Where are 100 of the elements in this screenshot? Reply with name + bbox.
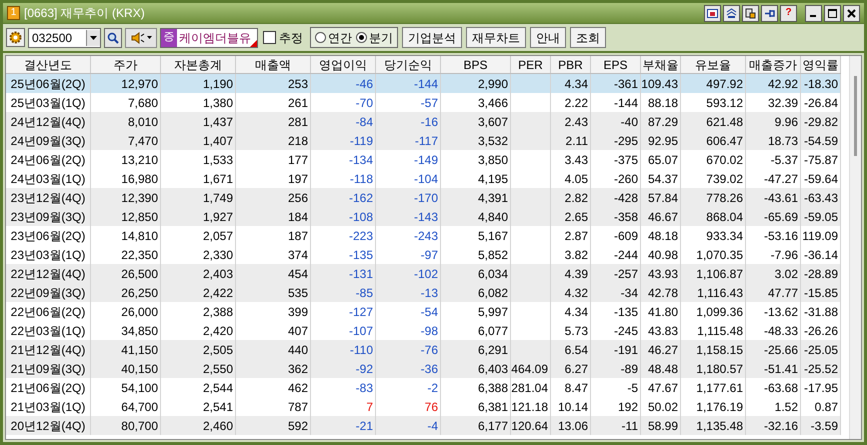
table-row[interactable]: 24년09월(3Q) 7,470 1,407 218 -119 -117 3,532 2.11 -295 92.95 606.47 18.73 -54.59 bbox=[6, 131, 841, 150]
stack-icon[interactable] bbox=[723, 4, 740, 22]
table-cell-text: 50.02 bbox=[648, 398, 678, 416]
table-cell-text: 3.43 bbox=[564, 152, 588, 168]
table-cell-text: 7,470 bbox=[128, 132, 158, 150]
pin-icon[interactable] bbox=[761, 4, 778, 22]
table-cell-text: 121.18 bbox=[511, 398, 548, 416]
column-header[interactable]: 주가 bbox=[91, 56, 161, 73]
table-cell-text: 3.02 bbox=[774, 266, 798, 282]
column-header[interactable]: 매출증가 bbox=[746, 56, 801, 73]
market-badge: 증 bbox=[161, 28, 177, 46]
table-cell-text: 47.67 bbox=[648, 380, 678, 396]
table-cell-text: 2,403 bbox=[202, 266, 233, 282]
table-cell-text: -13 bbox=[420, 284, 438, 302]
table-cell-text: -11 bbox=[622, 418, 638, 434]
table-cell-text: 454 bbox=[288, 266, 308, 282]
toolbar-button[interactable]: 재무차트 bbox=[466, 27, 526, 48]
gear-icon[interactable] bbox=[6, 28, 25, 47]
table-cell-text: 5.73 bbox=[564, 322, 588, 340]
table-cell-text: 14,810 bbox=[121, 228, 158, 244]
minimize-icon[interactable] bbox=[805, 4, 822, 22]
table-cell-text: 440 bbox=[288, 342, 308, 358]
stock-code-field[interactable]: 032500 bbox=[28, 28, 101, 48]
table-cell-text: 41.80 bbox=[648, 304, 678, 320]
table-cell-text: -54 bbox=[420, 304, 438, 320]
column-header[interactable]: 영익률 bbox=[801, 56, 841, 73]
toolbar-button[interactable]: 조회 bbox=[570, 27, 606, 48]
column-header[interactable]: EPS bbox=[591, 56, 641, 73]
table-cell-text: -144 bbox=[414, 76, 438, 92]
table-row[interactable]: 22년12월(4Q) 26,500 2,403 454 -131 -102 6,034 4.39 -257 43.93 1,106.87 3.02 -28.89 bbox=[6, 264, 841, 283]
column-header[interactable]: 부채율 bbox=[641, 56, 681, 73]
column-header[interactable]: 유보율 bbox=[681, 56, 746, 73]
table-cell-text: -63.43 bbox=[804, 190, 838, 206]
table-cell-text: 4,195 bbox=[478, 170, 508, 188]
table-row[interactable]: 22년09월(3Q) 26,250 2,422 535 -85 -13 6,082 4.32 -34 42.78 1,116.43 47.77 -15.85 bbox=[6, 283, 841, 302]
table-cell-text: -63.68 bbox=[764, 380, 798, 396]
table-cell-text: -97 bbox=[420, 246, 438, 264]
table-cell-text: 2,505 bbox=[202, 342, 233, 358]
table-cell-text: -36.14 bbox=[804, 246, 838, 264]
table-cell-text: 6,082 bbox=[478, 284, 508, 302]
table-cell-text: 21년03월(1Q) bbox=[10, 398, 86, 416]
table-cell-text: 184 bbox=[288, 208, 308, 226]
window-icon[interactable] bbox=[704, 4, 721, 22]
table-cell-text: 1,176.19 bbox=[696, 398, 743, 416]
table-row[interactable]: 24년12월(4Q) 8,010 1,437 281 -84 -16 3,607 2.43 -40 87.29 621.48 9.96 -29.82 bbox=[6, 112, 841, 131]
table-row[interactable]: 25년06월(2Q) 12,970 1,190 253 -46 -144 2,990 4.34 -361 109.43 497.92 42.92 -18.30 bbox=[6, 74, 841, 93]
table-cell-text: 26,500 bbox=[121, 266, 158, 282]
table-row[interactable]: 20년12월(4Q) 80,700 2,460 592 -21 -4 6,177 120.64 13.06 -11 58.99 1,135.48 -32.16 -3.59 bbox=[6, 416, 841, 435]
table-cell-text: 25년03월(1Q) bbox=[10, 94, 86, 112]
column-header[interactable]: 자본총계 bbox=[161, 56, 236, 73]
table-row[interactable]: 21년09월(3Q) 40,150 2,550 362 -92 -36 6,403 464.09 6.27 -89 48.48 1,180.57 -51.41 -25.52 bbox=[6, 359, 841, 378]
scrollbar[interactable] bbox=[849, 56, 861, 439]
table-cell-text: 32.39 bbox=[768, 94, 798, 112]
table-cell-text: -107 bbox=[348, 322, 373, 340]
estimate-checkbox[interactable]: 추정 bbox=[263, 28, 303, 46]
table-cell-text: 34,850 bbox=[121, 322, 158, 340]
close-icon[interactable] bbox=[843, 4, 860, 22]
table-cell-text: 13.06 bbox=[558, 418, 588, 434]
column-header[interactable]: PBR bbox=[551, 56, 591, 73]
toolbar-button[interactable]: 안내 bbox=[530, 27, 566, 48]
table-cell-text: -134 bbox=[348, 152, 373, 168]
table-cell-text: -31.88 bbox=[804, 304, 838, 320]
table-cell-text: 253 bbox=[288, 76, 308, 92]
column-header[interactable]: 매출액 bbox=[236, 56, 311, 73]
table-cell-text: 23년12월(4Q) bbox=[10, 190, 86, 206]
table-cell-text: 42.92 bbox=[768, 76, 798, 92]
window-badge: 1 bbox=[7, 6, 20, 20]
table-cell-text: 0.87 bbox=[814, 398, 838, 416]
dropdown-icon[interactable] bbox=[86, 30, 100, 46]
column-header[interactable]: 결산년도 bbox=[6, 56, 91, 73]
table-cell-text: 18.73 bbox=[768, 132, 798, 150]
table-cell-text: -29.82 bbox=[804, 114, 838, 130]
table-cell-text: 1,407 bbox=[202, 132, 233, 150]
table-cell-text: -4 bbox=[427, 418, 438, 434]
column-header[interactable]: 당기순익 bbox=[376, 56, 441, 73]
maximize-icon[interactable] bbox=[824, 4, 841, 22]
table-cell-text: 281.04 bbox=[511, 380, 548, 396]
table-cell-text: -36 bbox=[420, 360, 438, 378]
table-cell-text: 109.43 bbox=[641, 76, 678, 92]
column-header[interactable]: 영업이익 bbox=[311, 56, 376, 73]
column-header[interactable]: BPS bbox=[441, 56, 511, 73]
table-cell-text: 778.26 bbox=[706, 190, 743, 206]
table-row[interactable]: 23년12월(4Q) 12,390 1,749 256 -162 -170 4,391 2.82 -428 57.84 778.26 -43.61 -63.43 bbox=[6, 188, 841, 207]
help-icon[interactable]: ? bbox=[780, 4, 797, 22]
table-cell-text: -16 bbox=[420, 114, 438, 130]
table-cell-text: 4.39 bbox=[564, 266, 588, 282]
table-cell-text: -59.05 bbox=[804, 208, 838, 226]
toolbar-button[interactable]: 기업분석 bbox=[402, 27, 462, 48]
column-header[interactable]: PER bbox=[511, 56, 551, 73]
table-cell-text: 24년09월(3Q) bbox=[10, 132, 86, 150]
search-icon[interactable] bbox=[104, 28, 122, 48]
table-row[interactable]: 23년09월(3Q) 12,850 1,927 184 -108 -143 4,840 2.65 -358 46.67 868.04 -65.69 -59.05 bbox=[6, 207, 841, 226]
table-row[interactable]: 21년12월(4Q) 41,150 2,505 440 -110 -76 6,291 6.54 -191 46.27 1,158.15 -25.66 -25.05 bbox=[6, 340, 841, 359]
table-cell-text: 8.47 bbox=[564, 380, 588, 396]
period-radio[interactable]: 분기 bbox=[356, 28, 393, 46]
table-cell-text: 1,177.61 bbox=[696, 380, 743, 396]
table-cell-text: 48.18 bbox=[648, 228, 678, 244]
table-cell-text: -40 bbox=[620, 114, 638, 130]
period-radio[interactable]: 연간 bbox=[315, 28, 352, 46]
speaker-icon[interactable] bbox=[125, 28, 157, 48]
